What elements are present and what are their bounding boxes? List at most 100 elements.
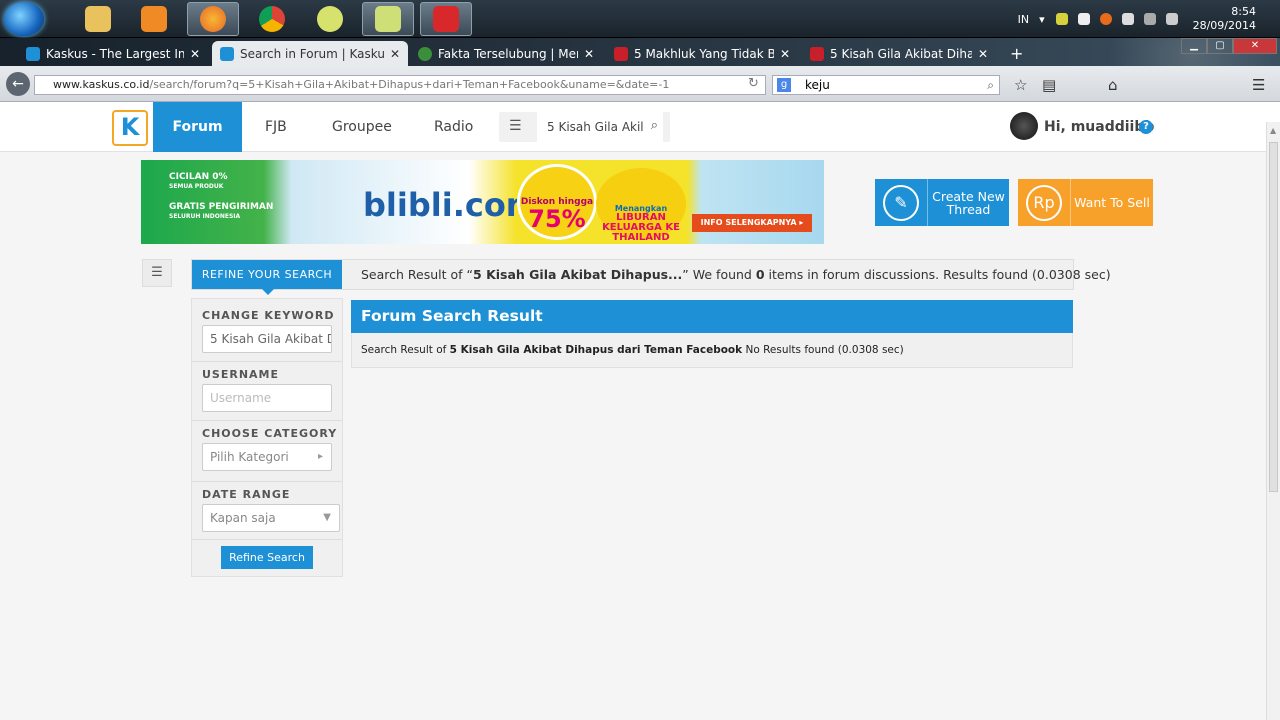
nav-fjb[interactable]: FJB: [265, 102, 287, 152]
chevron-right-icon: ▸: [317, 451, 323, 462]
category-select[interactable]: Pilih Kategori ▸: [202, 443, 332, 471]
tab-title: 5 Kisah Gila Akibat Dihapus...: [830, 46, 972, 61]
network-icon[interactable]: [1143, 13, 1156, 25]
menu-icon[interactable]: ☰: [1252, 76, 1265, 94]
nav-groupee[interactable]: Groupee: [332, 102, 392, 152]
tray-app-icon[interactable]: [1099, 13, 1112, 25]
pdf-app[interactable]: [420, 2, 472, 36]
kaskus-logo[interactable]: K: [112, 110, 148, 146]
search-icon[interactable]: ⌕: [651, 118, 658, 133]
blibli-banner[interactable]: CICILAN 0% SEMUA PRODUK GRATIS PENGIRIMA…: [141, 160, 824, 244]
tab-search-forum[interactable]: Search in Forum | Kaskus - ... ✕: [212, 41, 408, 66]
close-window-button[interactable]: ✕: [1233, 38, 1277, 54]
tab-title: 5 Makhluk Yang Tidak Bisa...: [634, 46, 774, 61]
summary-query: 5 Kisah Gila Akibat Dihapus...: [473, 267, 683, 282]
site-header: K Forum FJB Groupee Radio ☰ 5 Kisah Gila…: [0, 102, 1280, 152]
clock[interactable]: 8:54 28/09/2014: [1193, 5, 1256, 33]
banner-gratis: GRATIS PENGIRIMAN: [169, 202, 274, 212]
tray-expand-icon[interactable]: ▾: [1039, 13, 1045, 26]
folder-icon: [85, 6, 111, 32]
site-search-input[interactable]: 5 Kisah Gila Akil: [537, 112, 663, 142]
divider: [192, 420, 342, 421]
keyword-input[interactable]: 5 Kisah Gila Akibat Di: [202, 325, 332, 353]
sidebar-toggle-icon[interactable]: ☰: [142, 259, 172, 287]
tab-kisah[interactable]: 5 Kisah Gila Akibat Dihapus... ✕: [802, 41, 996, 66]
result-summary-bar: REFINE YOUR SEARCH Search Result of “5 K…: [191, 259, 1111, 295]
date-label: DATE RANGE: [202, 488, 291, 501]
nav-radio[interactable]: Radio: [434, 102, 473, 152]
file-explorer-app[interactable]: [72, 2, 124, 36]
back-button[interactable]: ←: [6, 72, 30, 96]
bookmarks-list-icon[interactable]: ▤: [1042, 76, 1056, 94]
page-scrollbar[interactable]: ▲: [1266, 122, 1280, 720]
tab-kaskus-home[interactable]: Kaskus - The Largest Indon... ✕: [18, 41, 208, 66]
clock-time: 8:54: [1231, 5, 1256, 18]
sticky-icon: [317, 6, 343, 32]
home-icon[interactable]: ⌂: [1108, 76, 1118, 94]
media-player-app[interactable]: [128, 2, 180, 36]
tray-app-icon[interactable]: [1121, 13, 1134, 25]
start-button[interactable]: [4, 2, 44, 36]
summary-prefix: Search Result of “: [361, 267, 474, 282]
reload-icon[interactable]: ↻: [748, 76, 759, 91]
scroll-up-icon[interactable]: ▲: [1270, 126, 1276, 135]
category-label: CHOOSE CATEGORY: [202, 427, 338, 440]
date-select[interactable]: Kapan saja ▼: [202, 504, 340, 532]
volume-icon[interactable]: [1165, 13, 1178, 25]
close-tab-icon[interactable]: ✕: [780, 47, 790, 61]
language-indicator[interactable]: IN: [1018, 13, 1029, 26]
help-icon[interactable]: ?: [1139, 120, 1153, 134]
system-tray: IN ▾ 8:54 28/09/2014: [1018, 0, 1280, 38]
list-icon[interactable]: ☰: [509, 118, 522, 134]
user-greeting[interactable]: Hi, muaddiibb: [1044, 119, 1154, 135]
firefox-app[interactable]: [187, 2, 239, 36]
divider: [192, 539, 342, 540]
pepsi-favicon-icon: [614, 46, 628, 61]
bookmark-star-icon[interactable]: ☆: [1014, 76, 1027, 94]
discount-value: 75%: [528, 205, 586, 233]
notes-app[interactable]: [362, 2, 414, 36]
username-label: USERNAME: [202, 368, 280, 381]
tab-title: Fakta Terselubung | Menyi...: [438, 46, 578, 61]
keyword-label: CHANGE KEYWORD: [202, 309, 335, 322]
pepsi-favicon-icon: [810, 46, 824, 61]
refine-search-button[interactable]: Refine Search: [221, 546, 313, 569]
address-bar[interactable]: www.kaskus.co.id/search/forum?q=5+Kisah+…: [34, 75, 766, 95]
forum-search-result-title: Forum Search Result: [351, 300, 1073, 333]
summary-count: 0: [755, 267, 765, 282]
scroll-thumb[interactable]: [1269, 142, 1278, 492]
nav-forum[interactable]: Forum: [153, 102, 242, 152]
create-thread-button[interactable]: ✎ Create New Thread: [875, 179, 1009, 226]
maximize-button[interactable]: ▢: [1207, 38, 1233, 54]
chrome-app[interactable]: [246, 2, 298, 36]
tab-makhluk[interactable]: 5 Makhluk Yang Tidak Bisa... ✕: [606, 41, 798, 66]
refine-tab[interactable]: REFINE YOUR SEARCH: [192, 260, 342, 295]
close-tab-icon[interactable]: ✕: [390, 47, 400, 61]
close-tab-icon[interactable]: ✕: [190, 47, 200, 61]
close-tab-icon[interactable]: ✕: [978, 47, 988, 61]
globe-favicon-icon: [418, 46, 432, 61]
new-tab-button[interactable]: +: [1002, 41, 1028, 66]
window-controls: ▁ ▢ ✕: [1181, 38, 1277, 54]
close-tab-icon[interactable]: ✕: [584, 47, 594, 61]
summary-suffix: items in forum discussions. Results foun…: [764, 267, 1111, 282]
want-to-sell-label: Want To Sell: [1070, 179, 1153, 226]
minimize-button[interactable]: ▁: [1181, 38, 1207, 54]
username-input[interactable]: Username: [202, 384, 332, 412]
kaskus-page: K Forum FJB Groupee Radio ☰ 5 Kisah Gila…: [0, 102, 1280, 720]
stickynotes-app[interactable]: [304, 2, 356, 36]
flag-icon[interactable]: [1077, 13, 1090, 25]
divider: [192, 361, 342, 362]
banner-info-button[interactable]: INFO SELENGKAPNYA ▸: [692, 214, 812, 232]
want-to-sell-button[interactable]: Rp Want To Sell: [1018, 179, 1153, 226]
tab-fakta[interactable]: Fakta Terselubung | Menyi... ✕: [410, 41, 602, 66]
chevron-down-icon: ▼: [323, 512, 331, 523]
browser-search-box[interactable]: g keju ⌕: [772, 75, 1000, 95]
search-icon[interactable]: ⌕: [987, 76, 994, 94]
avatar[interactable]: [1010, 112, 1038, 140]
tray-app-icon[interactable]: [1055, 13, 1068, 25]
google-icon[interactable]: g: [777, 78, 791, 92]
summary-mid: ” We found: [682, 267, 756, 282]
body-suffix: No Results found (0.0308 sec): [742, 344, 904, 356]
banner-gratis-sub: SELURUH INDONESIA: [169, 213, 241, 220]
